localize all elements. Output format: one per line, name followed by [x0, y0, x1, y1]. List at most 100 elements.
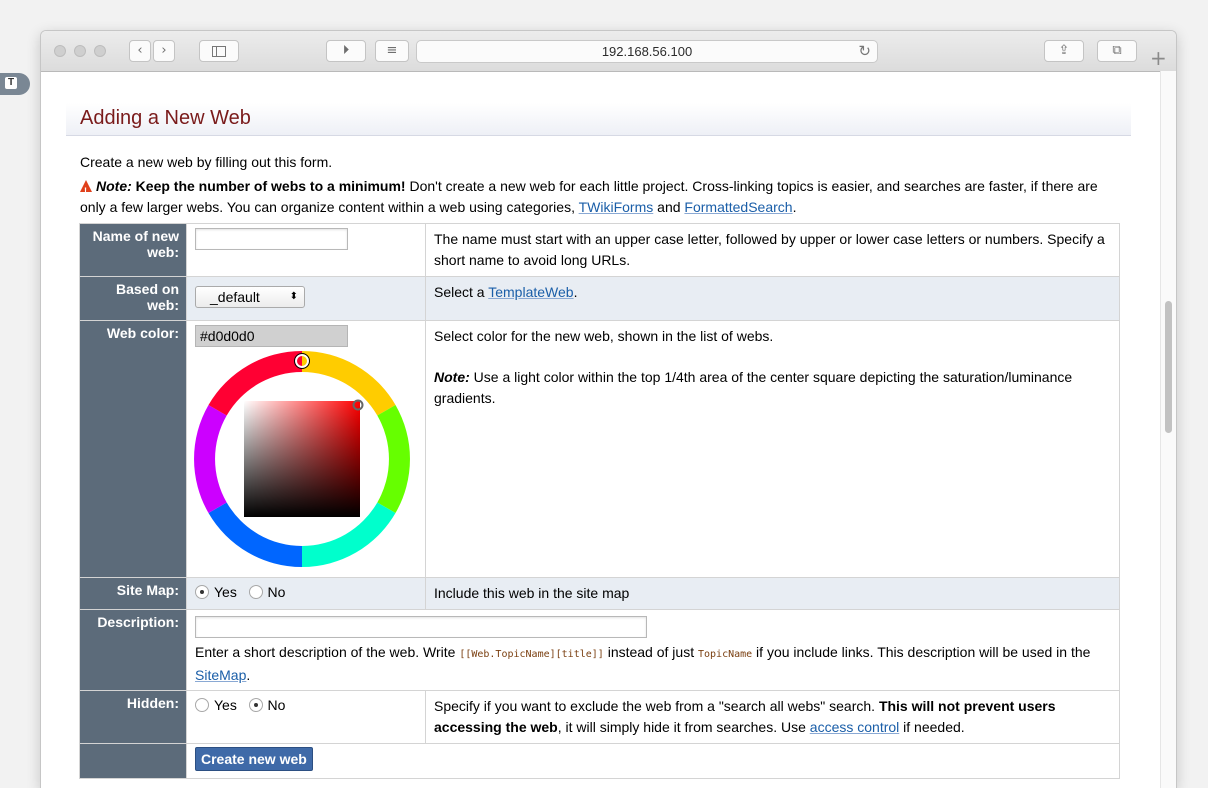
select-arrows-icon: ⬍	[289, 291, 298, 302]
based-on-label: Based on web:	[79, 276, 187, 321]
description-input[interactable]	[195, 616, 647, 638]
url-text: 192.168.56.100	[601, 44, 693, 59]
minimize-window-button[interactable]	[74, 45, 86, 57]
page-title: Adding a New Web	[80, 107, 251, 129]
web-color-label: Web color:	[79, 320, 187, 578]
description-cell: Enter a short description of the web. Wr…	[186, 609, 1120, 691]
play-stream-icon: ⏵	[342, 43, 350, 58]
form-row-sitemap: Site Map: Yes No Include this web in the…	[79, 577, 1120, 610]
saturation-luminance-square[interactable]	[244, 401, 360, 517]
close-window-button[interactable]	[54, 45, 66, 57]
color-wheel-picker[interactable]	[194, 351, 410, 567]
note-label: Note:	[96, 178, 132, 194]
forward-button[interactable]: ›	[153, 40, 175, 62]
note-paragraph: Note: Keep the number of webs to a minim…	[80, 176, 1120, 218]
back-button[interactable]: ‹	[129, 40, 151, 62]
color-note-label: Note:	[434, 369, 470, 385]
chevron-right-icon: ›	[161, 43, 167, 58]
site-map-label: Site Map:	[79, 577, 187, 610]
hidden-help: Specify if you want to exclude the web f…	[425, 690, 1120, 744]
sitemap-input-cell: Yes No	[186, 577, 426, 610]
page-content: Adding a New Web Create a new web by fil…	[41, 72, 1160, 788]
hidden-input-cell: Yes No	[186, 690, 426, 744]
form-row-name: Name of new web: The name must start wit…	[79, 223, 1120, 277]
form-row-color: Web color: #d0d0d0 Select color for the …	[79, 320, 1120, 578]
based-on-help-prefix: Select a	[434, 284, 489, 300]
color-help-text: Select color for the new web, shown in t…	[434, 328, 774, 344]
note-end: .	[792, 199, 797, 215]
web-name-input[interactable]	[195, 228, 348, 250]
based-on-input-cell: _default ⬍	[186, 276, 426, 321]
hidden-yes-radio[interactable]	[195, 698, 209, 712]
new-tab-button[interactable]: +	[1150, 48, 1167, 68]
lines-icon: ≡	[386, 43, 398, 58]
browser-window: ‹ › ⏵ ≡ 192.168.56.100 ↻ ⇪ ⧉ Adding a Ne…	[40, 30, 1177, 788]
color-input-cell: #d0d0d0	[186, 320, 426, 578]
hidden-yes-label[interactable]: Yes	[214, 697, 237, 713]
address-bar[interactable]: 192.168.56.100 ↻	[416, 40, 878, 63]
create-new-web-button[interactable]: Create new web	[195, 747, 313, 771]
sidebar-button[interactable]	[199, 40, 239, 62]
reload-icon[interactable]: ↻	[858, 42, 871, 60]
access-control-link[interactable]: access control	[810, 719, 899, 735]
description-help-a: Enter a short description of the web. Wr…	[195, 644, 460, 660]
browser-toolbar: ‹ › ⏵ ≡ 192.168.56.100 ↻ ⇪ ⧉	[41, 31, 1176, 72]
tabs-icon: ⧉	[1112, 43, 1122, 58]
hidden-no-radio[interactable]	[248, 698, 263, 712]
name-input-cell	[186, 223, 426, 277]
template-web-selected: _default	[210, 289, 260, 305]
page-heading-bar: Adding a New Web	[66, 103, 1131, 136]
description-code-topicname: TopicName	[697, 649, 753, 660]
sitemap-yes-label[interactable]: Yes	[214, 584, 237, 600]
name-label: Name of new web:	[79, 223, 187, 277]
reading-list-button[interactable]: ⏵	[326, 40, 366, 62]
sitemap-link[interactable]: SiteMap	[195, 667, 246, 683]
share-icon: ⇪	[1058, 43, 1070, 58]
based-on-help: Select a TemplateWeb.	[425, 276, 1120, 321]
hidden-no-label[interactable]: No	[268, 697, 286, 713]
warning-icon	[80, 180, 92, 202]
scrollbar-thumb[interactable]	[1165, 301, 1172, 433]
description-help-c: if you include links. This description w…	[752, 644, 1091, 660]
zoom-window-button[interactable]	[94, 45, 106, 57]
formattedsearch-link[interactable]: FormattedSearch	[684, 199, 792, 215]
based-on-help-suffix: .	[573, 284, 578, 300]
sidebar-icon	[212, 46, 226, 57]
description-help-b: instead of just	[603, 644, 698, 660]
hidden-help-b: , it will simply hide it from searches. …	[557, 719, 810, 735]
sitemap-no-label[interactable]: No	[268, 584, 286, 600]
color-note-text: Use a light color within the top 1/4th a…	[434, 369, 1073, 406]
hidden-help-c: if needed.	[899, 719, 965, 735]
color-help: Select color for the new web, shown in t…	[425, 320, 1120, 578]
name-help: The name must start with an upper case l…	[425, 223, 1120, 277]
description-help: Enter a short description of the web. Wr…	[195, 642, 1111, 686]
submit-cell: Create new web	[186, 743, 1120, 779]
description-help-d: .	[246, 667, 251, 683]
sitemap-no-radio[interactable]	[248, 585, 263, 599]
description-code-example: [[Web.TopicName][title]]	[459, 649, 604, 660]
tabs-overview-button[interactable]: ⧉	[1097, 40, 1137, 62]
reader-view-button[interactable]: ≡	[375, 40, 409, 62]
templateweb-link[interactable]: TemplateWeb	[488, 284, 573, 300]
description-label: Description:	[79, 609, 187, 691]
share-button[interactable]: ⇪	[1044, 40, 1084, 62]
chevron-left-icon: ‹	[137, 43, 143, 58]
twikiforms-link[interactable]: TWikiForms	[579, 199, 654, 215]
sitemap-help: Include this web in the site map	[425, 577, 1120, 610]
web-color-input[interactable]: #d0d0d0	[195, 325, 348, 347]
template-web-select[interactable]: _default ⬍	[195, 286, 305, 308]
twiki-logo-icon: T	[5, 77, 17, 89]
vertical-scrollbar[interactable]	[1160, 71, 1176, 788]
note-and: and	[653, 199, 685, 215]
hidden-help-a: Specify if you want to exclude the web f…	[434, 698, 879, 714]
intro-text: Create a new web by filling out this for…	[80, 154, 333, 170]
note-bold: Keep the number of webs to a minimum!	[135, 178, 406, 194]
sitemap-yes-radio[interactable]	[195, 585, 209, 599]
color-help-note: Note: Use a light color within the top 1…	[434, 367, 1111, 409]
submit-row-label	[79, 743, 187, 779]
form-row-hidden: Hidden: Yes No Specify if you want to ex…	[79, 690, 1120, 744]
new-web-form: Name of new web: The name must start wit…	[79, 223, 1120, 779]
form-row-based-on: Based on web: _default ⬍ Select a Templa…	[79, 276, 1120, 321]
form-row-description: Description: Enter a short description o…	[79, 609, 1120, 691]
twiki-toolbar-tab[interactable]: T	[0, 73, 30, 95]
